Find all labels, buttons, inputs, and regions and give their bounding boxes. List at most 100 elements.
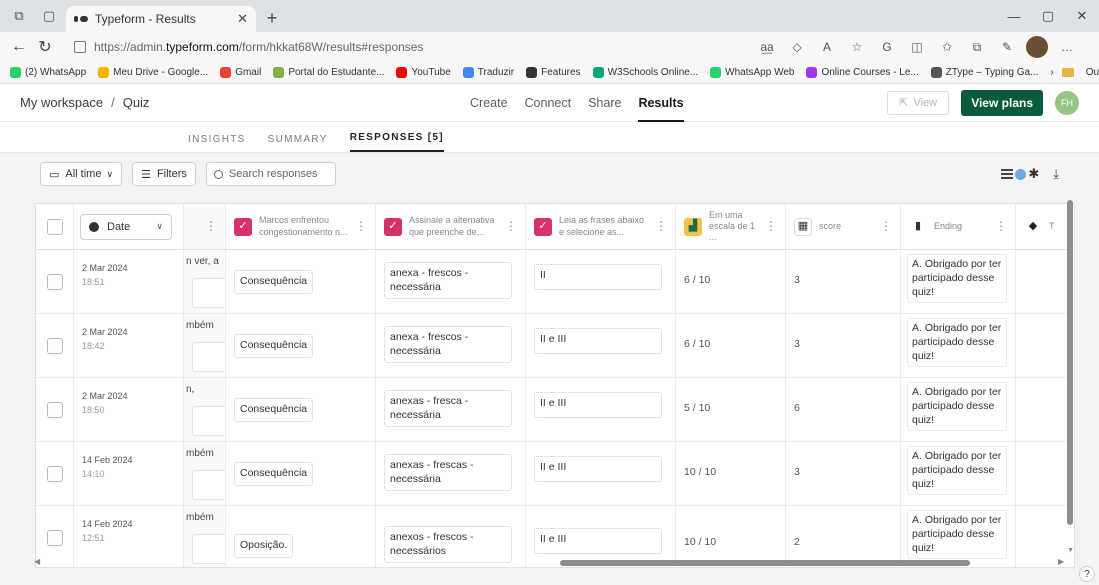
table-view-toggle[interactable]: ✱ (1001, 166, 1039, 182)
other-favorites[interactable]: › Outros favoritos (1050, 67, 1099, 78)
tab-insights[interactable]: INSIGHTS (188, 134, 246, 152)
column-menu-icon[interactable]: ⋮ (655, 219, 667, 234)
favorites-icon[interactable]: ✩ (936, 36, 958, 58)
filters-button[interactable]: ☰ Filters (132, 162, 196, 186)
breadcrumb-form[interactable]: Quiz (123, 95, 150, 110)
column-menu-icon[interactable]: ⋮ (205, 219, 217, 234)
translate-icon[interactable]: a͟a (756, 36, 778, 58)
bookmark-item[interactable]: Features (526, 67, 581, 78)
table-row[interactable]: 2 Mar 2024 18:51 n ver, a Consequência anexa… (36, 250, 1074, 314)
date-sort-dropdown[interactable]: Date ∨ (80, 213, 172, 240)
row-checkbox[interactable] (46, 337, 63, 354)
multiple-choice-icon: ✓ (234, 217, 252, 236)
view-plans-button[interactable]: View plans (961, 89, 1043, 116)
bookmark-item[interactable]: WhatsApp Web (710, 67, 794, 78)
previous-column-text: n ver, a (186, 256, 219, 267)
bookmark-item[interactable]: Traduzir (462, 67, 514, 78)
previous-answer-box (192, 534, 225, 564)
more-menu-icon[interactable]: … (1056, 36, 1078, 58)
ending-header[interactable]: ▮ Ending ⋮ (901, 204, 1016, 249)
split-screen-icon[interactable]: ◫ (906, 36, 928, 58)
bookmark-item[interactable]: (2) WhatsApp (10, 67, 86, 78)
row-checkbox[interactable] (46, 529, 63, 546)
extension-icon[interactable]: G (876, 36, 898, 58)
table-row[interactable]: 14 Feb 2024 12:51 mbém Oposição. anexos - fr… (36, 506, 1074, 567)
previous-column-cell: mbém (184, 442, 226, 505)
browser-tab-active[interactable]: Typeform - Results ✕ (66, 6, 256, 32)
bookmark-item[interactable]: W3Schools Online... (592, 67, 698, 78)
bookmark-item[interactable]: Online Courses - Le... (806, 67, 919, 78)
time-filter-dropdown[interactable]: ▭ All time ∨ (40, 162, 123, 186)
tab-actions-icon[interactable]: ▢ (38, 5, 60, 27)
nav-connect[interactable]: Connect (525, 96, 572, 110)
collections-icon[interactable]: ⧉ (966, 36, 988, 58)
ending-cell: A. Obrigado por ter participado desse qu… (901, 378, 1016, 441)
download-icon[interactable]: ⤓ (1053, 166, 1059, 182)
scroll-right-arrow-icon[interactable]: ▶ (1058, 557, 1064, 566)
assinale-answer: anexas - frescas - necessária (384, 454, 512, 492)
back-arrow-icon[interactable]: ← (6, 35, 32, 59)
response-date: 2 Mar 2024 (82, 263, 128, 273)
ending-icon: ▮ (909, 217, 927, 236)
column-menu-icon[interactable]: ⋮ (765, 219, 777, 234)
gear-icon[interactable]: ✱ (1028, 166, 1039, 182)
help-icon[interactable]: ? (1079, 566, 1095, 582)
tab-summary[interactable]: SUMMARY (268, 134, 328, 152)
horizontal-scrollbar[interactable] (560, 560, 970, 566)
external-link-icon: ⇱ (899, 97, 909, 109)
bookmark-label: Online Courses - Le... (821, 67, 919, 78)
new-tab-button[interactable]: + (260, 6, 284, 30)
refresh-icon[interactable]: ↻ (32, 35, 58, 59)
score-header[interactable]: ▦ score ⋮ (786, 204, 901, 249)
marcos-header[interactable]: ✓ Marcos enfrentou congestionamento n...… (226, 204, 376, 249)
bookmark-item[interactable]: Portal do Estudante... (273, 67, 384, 78)
tracking-icon[interactable]: ◇ (786, 36, 808, 58)
favorite-star-icon[interactable]: ☆ (846, 36, 868, 58)
search-input[interactable]: Search responses (205, 162, 336, 186)
column-menu-icon[interactable]: ⋮ (880, 219, 892, 234)
extensions-puzzle-icon[interactable]: ✎ (996, 36, 1018, 58)
nav-create[interactable]: Create (470, 96, 508, 110)
search-icon (213, 169, 223, 179)
minimize-icon[interactable]: — (997, 0, 1031, 32)
row-checkbox[interactable] (46, 401, 63, 418)
profile-icon[interactable] (1026, 36, 1048, 58)
column-menu-icon[interactable]: ⋮ (355, 219, 367, 234)
vertical-scrollbar[interactable] (1067, 200, 1073, 525)
url-field[interactable]: https://admin. typeform.com/form/hkkat68W… (66, 35, 746, 59)
column-menu-icon[interactable]: ⋮ (995, 219, 1007, 234)
escala-header[interactable]: ▟ Em uma escala de 1 ... ⋮ (676, 204, 786, 249)
row-checkbox[interactable] (46, 465, 63, 482)
chevron-right-icon[interactable]: › (1050, 67, 1053, 78)
workspaces-icon[interactable]: ⧉ (8, 5, 30, 27)
scroll-down-arrow-icon[interactable]: ▼ (1067, 547, 1074, 554)
scroll-left-arrow-icon[interactable]: ◀ (34, 557, 40, 566)
clock-icon (89, 221, 99, 232)
window-close-icon[interactable]: ✕ (1065, 0, 1099, 32)
table-row[interactable]: 2 Mar 2024 18:50 n, Consequência anexas - fr… (36, 378, 1074, 442)
column-menu-icon[interactable]: ⋮ (505, 219, 517, 234)
leia-header[interactable]: ✓ Leia as frases abaixo e selecione as..… (526, 204, 676, 249)
nav-share[interactable]: Share (588, 96, 621, 110)
multiple-choice-icon: ✓ (384, 217, 402, 236)
view-button[interactable]: ⇱ View (887, 90, 950, 115)
row-checkbox[interactable] (46, 273, 63, 290)
table-row[interactable]: 2 Mar 2024 18:42 mbém Consequência anexa - f… (36, 314, 1074, 378)
table-row[interactable]: 14 Feb 2024 14:10 mbém Consequência anexas -… (36, 442, 1074, 506)
nav-results[interactable]: Results (638, 96, 684, 122)
assinale-header[interactable]: ✓ Assinale a alternativa que preenche de… (376, 204, 526, 249)
user-avatar[interactable]: FH (1055, 90, 1079, 115)
leia-answer: II (534, 264, 662, 290)
bookmark-item[interactable]: YouTube (396, 67, 451, 78)
bookmark-item[interactable]: ZType – Typing Ga... (930, 67, 1038, 78)
bookmark-item[interactable]: Meu Drive - Google... (98, 67, 208, 78)
maximize-icon[interactable]: ▢ (1031, 0, 1065, 32)
bookmark-item[interactable]: Gmail (220, 67, 261, 78)
close-tab-icon[interactable]: ✕ (237, 11, 248, 27)
select-all-checkbox[interactable] (46, 218, 63, 235)
marcos-answer: Oposição. (234, 534, 294, 558)
read-aloud-icon[interactable]: A (816, 36, 838, 58)
browser-tab-title: Typeform - Results (95, 12, 196, 26)
breadcrumb-workspace[interactable]: My workspace (20, 95, 103, 110)
tab-responses[interactable]: RESPONSES [5] (349, 132, 444, 152)
